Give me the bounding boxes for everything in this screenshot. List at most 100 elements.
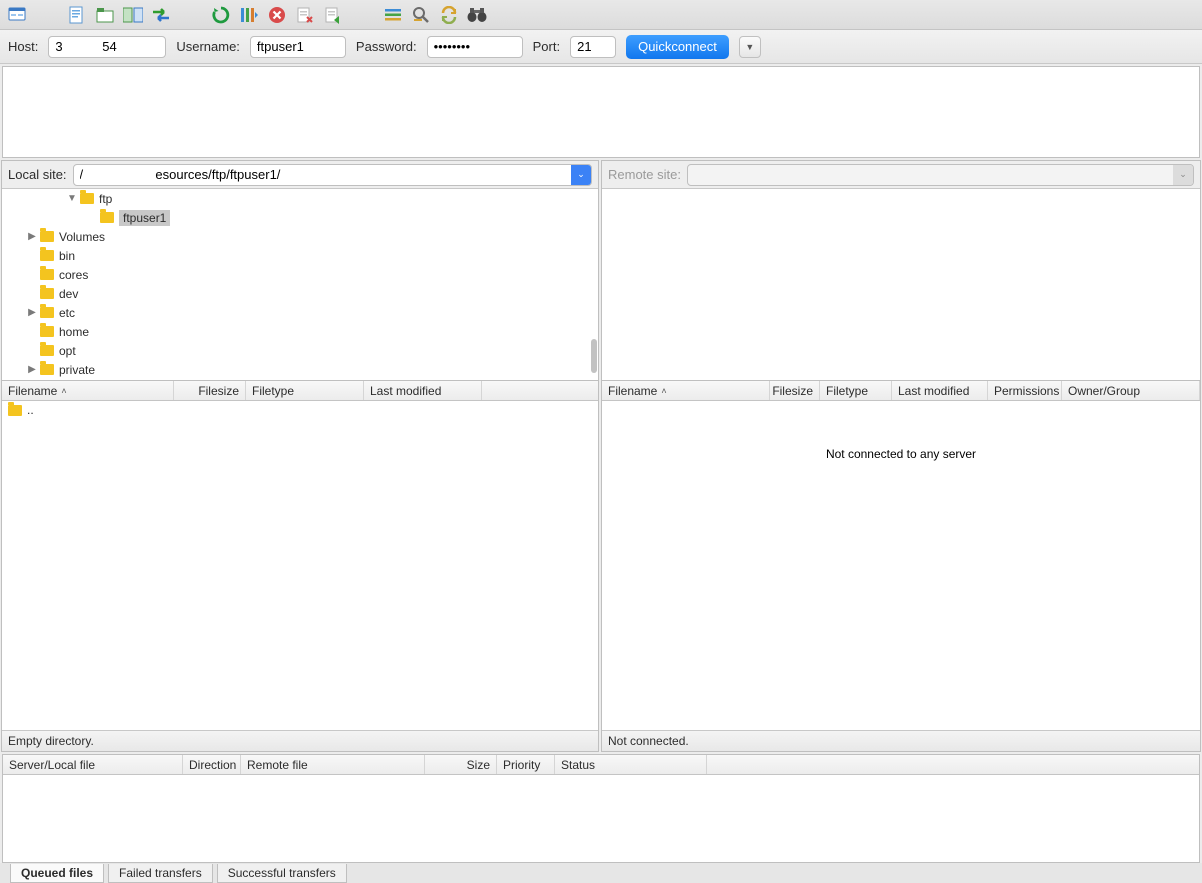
local-site-label: Local site:	[8, 167, 67, 182]
cancel-icon[interactable]	[266, 4, 288, 26]
host-input[interactable]	[48, 36, 166, 58]
tree-label: dev	[59, 287, 78, 301]
scrollbar-thumb[interactable]	[591, 339, 597, 373]
tab-queued[interactable]: Queued files	[10, 864, 104, 883]
folder-icon	[8, 405, 22, 416]
col-remote[interactable]: Remote file	[241, 755, 425, 774]
new-tab-icon[interactable]	[94, 4, 116, 26]
tree-toggle-icon[interactable]: ▶	[26, 231, 38, 242]
parent-dir-row[interactable]: ..	[2, 401, 598, 419]
sync-icon[interactable]	[438, 4, 460, 26]
quickconnect-button[interactable]: Quickconnect	[626, 35, 729, 59]
tree-item[interactable]: ftpuser1	[2, 208, 598, 227]
compare-icon[interactable]	[122, 4, 144, 26]
queue-body[interactable]	[3, 775, 1199, 862]
col-filesize[interactable]: Filesize	[770, 381, 820, 400]
tree-item[interactable]: opt	[2, 341, 598, 360]
process-queue-icon[interactable]	[238, 4, 260, 26]
tree-item[interactable]: dev	[2, 284, 598, 303]
not-connected-message: Not connected to any server	[602, 401, 1200, 730]
col-direction[interactable]: Direction	[183, 755, 241, 774]
tree-label: ftp	[99, 192, 112, 206]
tree-label: opt	[59, 344, 76, 358]
folder-icon	[40, 364, 54, 375]
tree-item[interactable]: cores	[2, 265, 598, 284]
queue-tabs: Queued files Failed transfers Successful…	[0, 863, 1202, 883]
tree-label: private	[59, 363, 95, 377]
refresh-icon[interactable]	[210, 4, 232, 26]
password-label: Password:	[356, 39, 417, 54]
tree-label: bin	[59, 249, 75, 263]
tree-toggle-icon[interactable]: ▶	[26, 307, 38, 318]
col-priority[interactable]: Priority	[497, 755, 555, 774]
tree-label: ftpuser1	[119, 210, 170, 226]
port-input[interactable]	[570, 36, 616, 58]
search-icon[interactable]	[410, 4, 432, 26]
port-label: Port:	[533, 39, 560, 54]
tree-label: cores	[59, 268, 88, 282]
disconnect-icon[interactable]	[294, 4, 316, 26]
col-filename[interactable]: Filename˄	[602, 381, 770, 400]
binoculars-icon[interactable]	[466, 4, 488, 26]
tree-item[interactable]: bin	[2, 246, 598, 265]
remote-file-headers: Filename˄ Filesize Filetype Last modifie…	[602, 381, 1200, 401]
remote-file-list: Not connected to any server	[602, 401, 1200, 730]
folder-icon	[40, 307, 54, 318]
remote-tree	[602, 189, 1200, 381]
tab-failed[interactable]: Failed transfers	[108, 864, 213, 883]
site-manager-icon[interactable]	[6, 4, 28, 26]
file-icon[interactable]	[66, 4, 88, 26]
col-size[interactable]: Size	[425, 755, 497, 774]
remote-path-bar: Remote site: ⌄	[602, 161, 1200, 189]
col-filetype[interactable]: Filetype	[246, 381, 364, 400]
tree-label: home	[59, 325, 89, 339]
tree-item[interactable]: ▶ Volumes	[2, 227, 598, 246]
tree-item[interactable]: ▼ ftp	[2, 189, 598, 208]
local-path-input[interactable]	[73, 164, 592, 186]
folder-icon	[40, 326, 54, 337]
folder-icon	[80, 193, 94, 204]
col-permissions[interactable]: Permissions	[988, 381, 1062, 400]
folder-icon	[100, 212, 114, 223]
folder-icon	[40, 288, 54, 299]
transfer-icon[interactable]	[150, 4, 172, 26]
col-status[interactable]: Status	[555, 755, 707, 774]
tree-item[interactable]: ▶ private	[2, 360, 598, 379]
folder-icon	[40, 231, 54, 242]
remote-panel: Remote site: ⌄ Filename˄ Filesize Filety…	[601, 160, 1201, 752]
col-filesize[interactable]: Filesize	[174, 381, 246, 400]
col-owner[interactable]: Owner/Group	[1062, 381, 1200, 400]
message-log[interactable]	[2, 66, 1200, 158]
col-modified[interactable]: Last modified	[892, 381, 988, 400]
local-tree[interactable]: ▼ ftp ftpuser1 ▶ Volumes bin cores dev ▶ etc home o…	[2, 189, 598, 381]
username-input[interactable]	[250, 36, 346, 58]
tree-label: Volumes	[59, 230, 105, 244]
folder-icon	[40, 250, 54, 261]
col-server[interactable]: Server/Local file	[3, 755, 183, 774]
col-filetype[interactable]: Filetype	[820, 381, 892, 400]
folder-icon	[40, 345, 54, 356]
transfer-queue: Server/Local file Direction Remote file …	[2, 754, 1200, 863]
col-filename[interactable]: Filename˄	[2, 381, 174, 400]
local-status: Empty directory.	[2, 730, 598, 751]
local-path-bar: Local site: ⌄	[2, 161, 598, 189]
tree-label: etc	[59, 306, 75, 320]
username-label: Username:	[176, 39, 240, 54]
remote-path-input	[687, 164, 1194, 186]
folder-icon	[40, 269, 54, 280]
col-spacer	[707, 755, 1199, 774]
sort-asc-icon: ˄	[61, 386, 66, 396]
local-path-dropdown[interactable]: ⌄	[571, 165, 591, 185]
password-input[interactable]	[427, 36, 523, 58]
local-panel: Local site: ⌄ ▼ ftp ftpuser1 ▶ Volumes bin cor…	[1, 160, 599, 752]
quickconnect-history-dropdown[interactable]: ▼	[739, 36, 761, 58]
tree-item[interactable]: ▶ etc	[2, 303, 598, 322]
tree-item[interactable]: home	[2, 322, 598, 341]
tree-toggle-icon[interactable]: ▶	[26, 364, 38, 375]
tab-success[interactable]: Successful transfers	[217, 864, 347, 883]
col-modified[interactable]: Last modified	[364, 381, 482, 400]
tree-toggle-icon[interactable]: ▼	[66, 193, 78, 204]
local-file-list[interactable]: ..	[2, 401, 598, 730]
filter-icon[interactable]	[382, 4, 404, 26]
reconnect-icon[interactable]	[322, 4, 344, 26]
